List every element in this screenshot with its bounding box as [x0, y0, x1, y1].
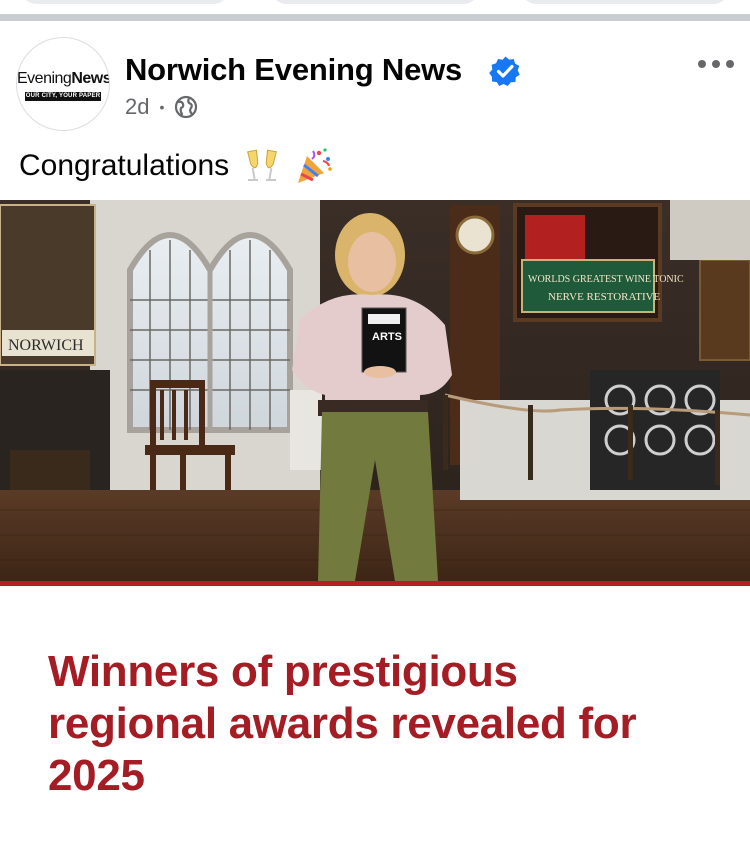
clinking-glasses-emoji — [247, 149, 278, 181]
link-headline[interactable]: Winners of prestigious regional awards r… — [48, 646, 648, 802]
post-header: EveningNews OUR CITY, YOUR PAPER Norwich… — [0, 21, 750, 141]
trophy-text: ARTS — [372, 331, 402, 343]
sign-right-line2: NERVE RESTORATIVE — [548, 291, 661, 303]
meta-separator: • — [159, 99, 165, 115]
post-timestamp[interactable]: 2d — [125, 94, 149, 120]
caption-text: Congratulations — [19, 149, 230, 182]
avatar-logo-tagline: OUR CITY, YOUR PAPER — [25, 92, 101, 101]
post-meta: 2d • — [125, 93, 198, 121]
link-preview-card[interactable]: Winners of prestigious regional awards r… — [0, 586, 750, 858]
party-popper-emoji — [298, 148, 332, 183]
verified-badge-icon — [489, 56, 520, 86]
sign-right-line1: WORLDS GREATEST WINE TONIC — [528, 274, 684, 285]
facebook-post-view: EveningNews OUR CITY, YOUR PAPER Norwich… — [0, 0, 750, 858]
post-caption: Congratulations — [19, 147, 333, 185]
feed-divider — [0, 14, 750, 21]
more-options-icon[interactable] — [698, 57, 734, 71]
post-photo[interactable]: NORWICH WORLDS GREATEST WINE TONIC NERVE… — [0, 200, 750, 581]
filter-chip[interactable] — [270, 0, 480, 4]
page-name-link[interactable]: Norwich Evening News — [125, 52, 462, 88]
globe-icon — [175, 95, 198, 119]
photo-illustration: NORWICH WORLDS GREATEST WINE TONIC NERVE… — [0, 200, 750, 581]
page-avatar[interactable]: EveningNews OUR CITY, YOUR PAPER — [16, 37, 110, 131]
sign-left-text: NORWICH — [8, 337, 84, 354]
avatar-logo-text: EveningNews — [17, 70, 110, 87]
filter-chip[interactable] — [20, 0, 230, 4]
filter-chip[interactable] — [520, 0, 730, 4]
top-chip-row — [0, 0, 750, 14]
